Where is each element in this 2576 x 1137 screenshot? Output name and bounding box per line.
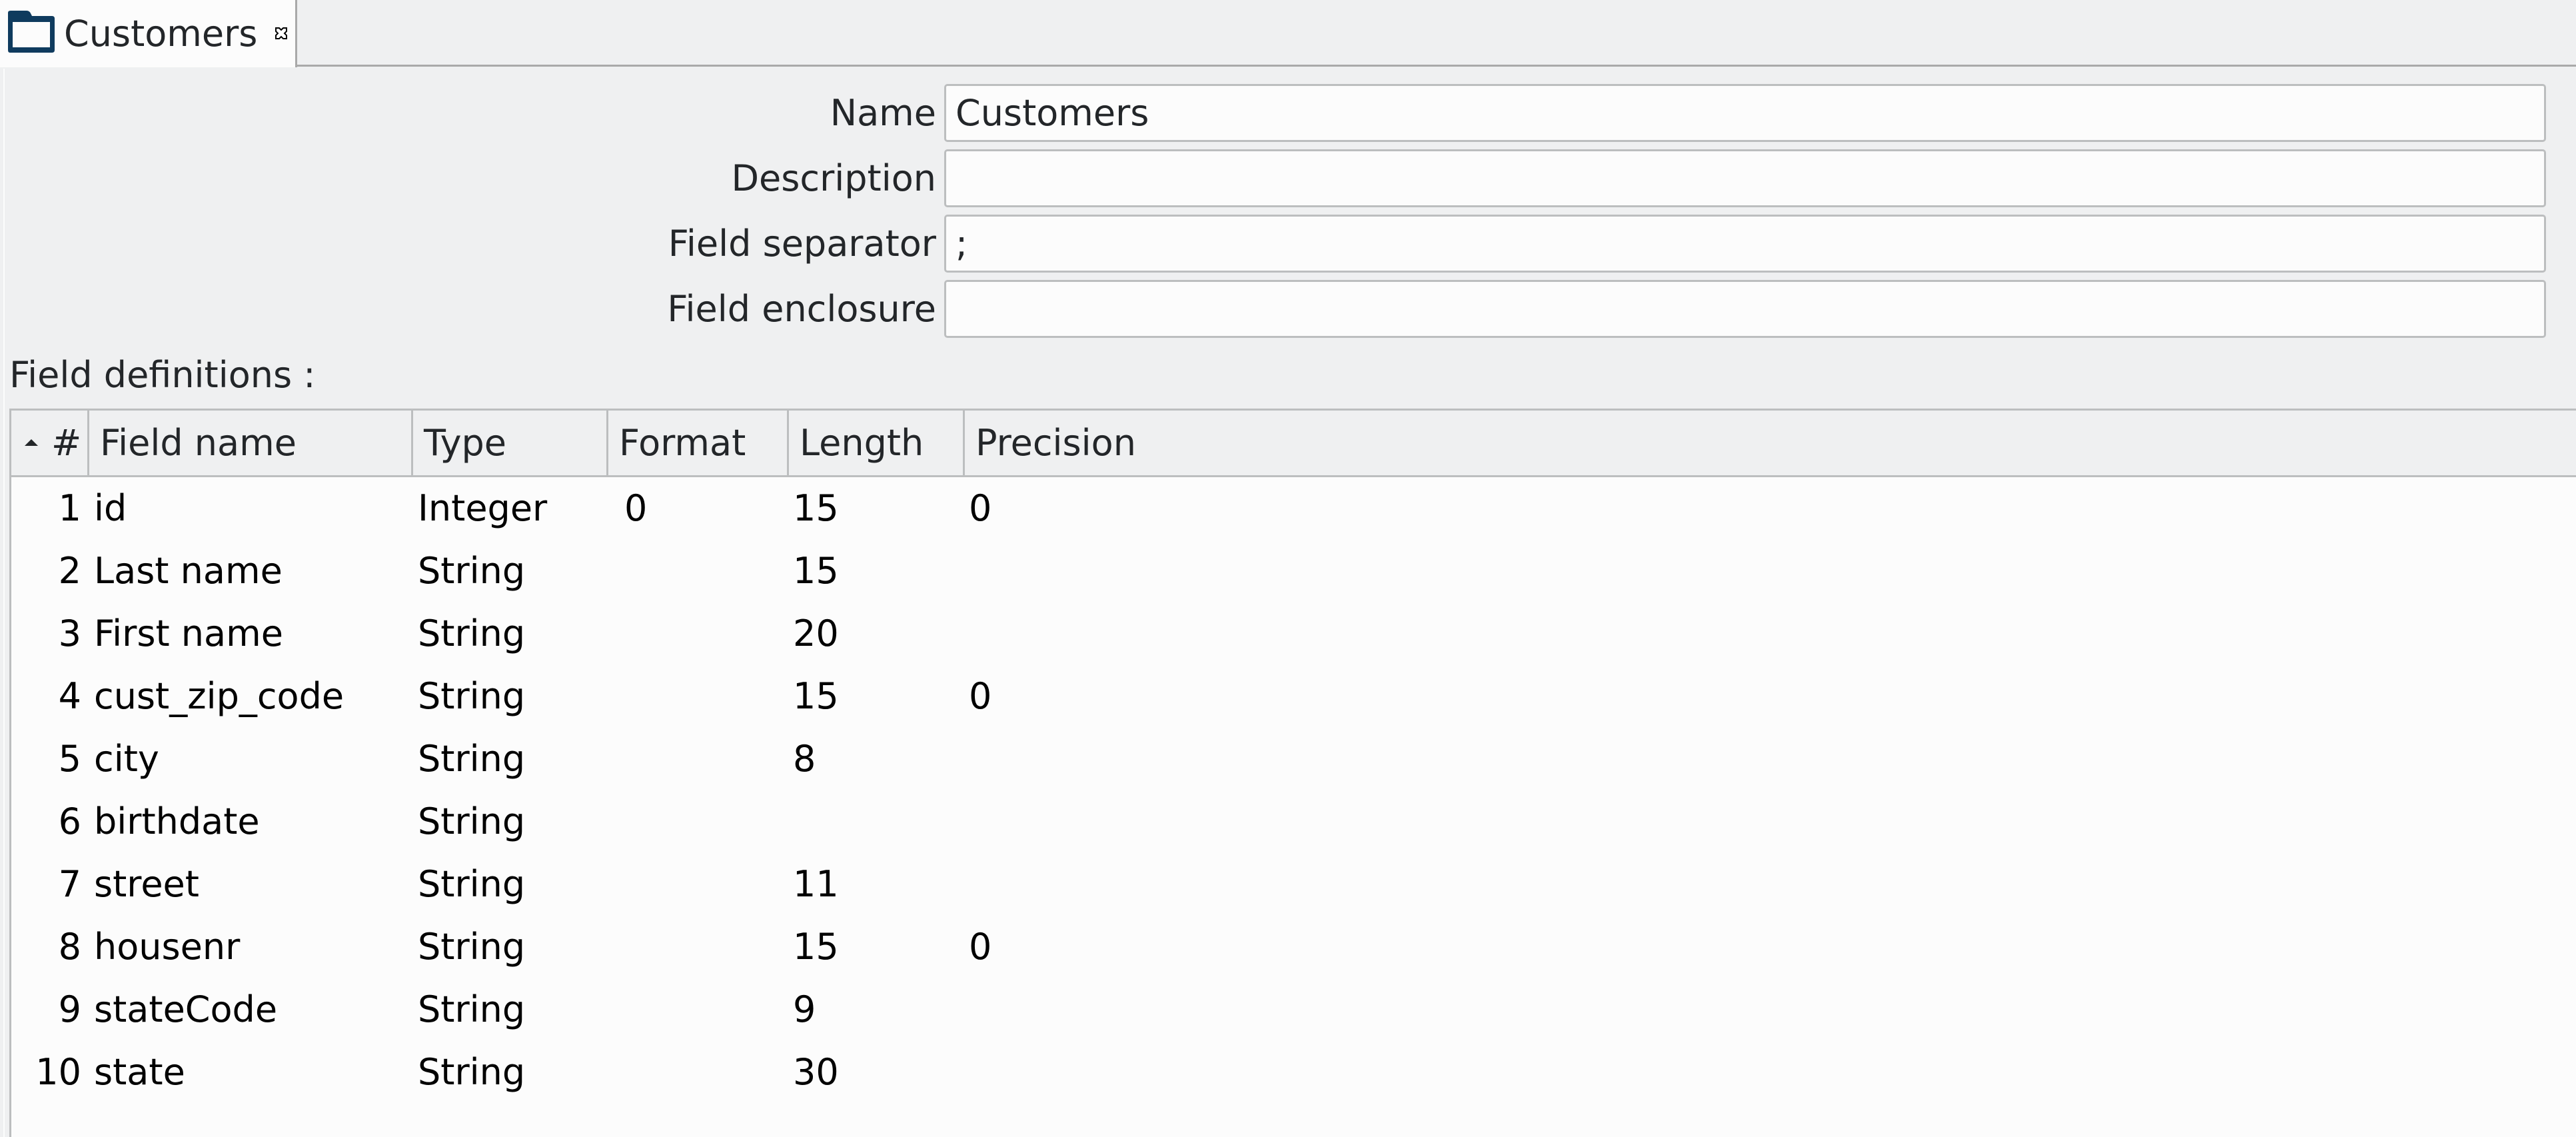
table-row[interactable]: 7 street String 11 <box>11 853 2576 916</box>
cell-field-name[interactable]: city <box>94 728 414 790</box>
cell-format[interactable] <box>624 602 798 665</box>
cell-type[interactable]: String <box>418 853 611 916</box>
cell-format[interactable] <box>624 978 798 1041</box>
close-icon[interactable] <box>275 27 288 40</box>
cell-number[interactable]: 4 <box>11 665 81 728</box>
column-header-type[interactable]: Type <box>413 411 608 475</box>
table-header: # Field name Type Format Length Precisio… <box>11 411 2576 477</box>
cell-precision[interactable]: 0 <box>969 916 1235 978</box>
field-definitions-label: Field definitions : <box>9 354 316 396</box>
cell-type[interactable]: Integer <box>418 477 611 540</box>
cell-field-name[interactable]: housenr <box>94 916 414 978</box>
cell-length[interactable]: 8 <box>793 728 966 790</box>
tab-label: Customers <box>64 13 258 55</box>
separator-input[interactable] <box>944 215 2546 273</box>
cell-number[interactable]: 6 <box>11 790 81 853</box>
cell-type[interactable]: String <box>418 540 611 602</box>
description-label: Description <box>731 157 936 199</box>
separator-row: Field separator <box>0 215 2576 273</box>
cell-number[interactable]: 3 <box>11 602 81 665</box>
cell-type[interactable]: String <box>418 916 611 978</box>
cell-number[interactable]: 9 <box>11 978 81 1041</box>
cell-number[interactable]: 8 <box>11 916 81 978</box>
cell-length[interactable]: 15 <box>793 540 966 602</box>
cell-length[interactable]: 30 <box>793 1041 966 1104</box>
column-header-length[interactable]: Length <box>789 411 965 475</box>
cell-length[interactable] <box>793 790 966 853</box>
cell-field-name[interactable]: cust_zip_code <box>94 665 414 728</box>
description-row: Description <box>0 149 2576 207</box>
cell-type[interactable]: String <box>418 665 611 728</box>
table-row[interactable]: 10 state String 30 <box>11 1041 2576 1104</box>
cell-type[interactable]: String <box>418 602 611 665</box>
cell-type[interactable]: String <box>418 728 611 790</box>
table-row[interactable]: 5 city String 8 <box>11 728 2576 790</box>
table-row[interactable]: 2 Last name String 15 <box>11 540 2576 602</box>
cell-type[interactable]: String <box>418 790 611 853</box>
cell-number[interactable]: 10 <box>11 1041 81 1104</box>
cell-length[interactable]: 15 <box>793 477 966 540</box>
description-input[interactable] <box>944 149 2546 207</box>
cell-field-name[interactable]: id <box>94 477 414 540</box>
table-row[interactable]: 3 First name String 20 <box>11 602 2576 665</box>
table-row[interactable]: 4 cust_zip_code String 15 0 <box>11 665 2576 728</box>
table-row[interactable]: 9 stateCode String 9 <box>11 978 2576 1041</box>
field-definitions-table: # Field name Type Format Length Precisio… <box>9 409 2576 1137</box>
enclosure-input[interactable] <box>944 280 2546 338</box>
table-row[interactable]: 8 housenr String 15 0 <box>11 916 2576 978</box>
tab-bar: Customers <box>0 0 2576 67</box>
cell-field-name[interactable]: Last name <box>94 540 414 602</box>
cell-precision[interactable]: 0 <box>969 665 1235 728</box>
cell-type[interactable]: String <box>418 1041 611 1104</box>
cell-format[interactable]: 0 <box>624 477 798 540</box>
name-row: Name <box>0 84 2576 142</box>
cell-format[interactable] <box>624 540 798 602</box>
cell-precision[interactable] <box>969 1041 1235 1104</box>
cell-format[interactable] <box>624 853 798 916</box>
cell-format[interactable] <box>624 1041 798 1104</box>
enclosure-label: Field enclosure <box>667 288 936 330</box>
cell-length[interactable]: 20 <box>793 602 966 665</box>
column-header-precision[interactable]: Precision <box>965 411 1365 475</box>
table-row[interactable]: 6 birthdate String <box>11 790 2576 853</box>
column-header-number[interactable]: # <box>11 411 89 475</box>
cell-precision[interactable] <box>969 853 1235 916</box>
cell-format[interactable] <box>624 728 798 790</box>
cell-number[interactable]: 7 <box>11 853 81 916</box>
cell-field-name[interactable]: state <box>94 1041 414 1104</box>
cell-field-name[interactable]: birthdate <box>94 790 414 853</box>
name-label: Name <box>830 92 936 134</box>
cell-precision[interactable] <box>969 540 1235 602</box>
cell-number[interactable]: 1 <box>11 477 81 540</box>
column-header-field-name[interactable]: Field name <box>89 411 413 475</box>
cell-length[interactable]: 11 <box>793 853 966 916</box>
cell-length[interactable]: 9 <box>793 978 966 1041</box>
sort-ascending-icon <box>25 439 38 446</box>
column-header-format[interactable]: Format <box>608 411 789 475</box>
cell-precision[interactable]: 0 <box>969 477 1235 540</box>
cell-precision[interactable] <box>969 728 1235 790</box>
name-input[interactable] <box>944 84 2546 142</box>
cell-field-name[interactable]: First name <box>94 602 414 665</box>
folder-icon <box>8 11 55 53</box>
cell-precision[interactable] <box>969 602 1235 665</box>
cell-number[interactable]: 2 <box>11 540 81 602</box>
cell-field-name[interactable]: street <box>94 853 414 916</box>
cell-format[interactable] <box>624 916 798 978</box>
cell-length[interactable]: 15 <box>793 916 966 978</box>
cell-precision[interactable] <box>969 978 1235 1041</box>
table-row[interactable]: 1 id Integer 0 15 0 <box>11 477 2576 540</box>
tab-customers[interactable]: Customers <box>0 0 297 67</box>
cell-length[interactable]: 15 <box>793 665 966 728</box>
cell-format[interactable] <box>624 665 798 728</box>
cell-number[interactable]: 5 <box>11 728 81 790</box>
cell-field-name[interactable]: stateCode <box>94 978 414 1041</box>
cell-precision[interactable] <box>969 790 1235 853</box>
enclosure-row: Field enclosure <box>0 280 2576 338</box>
separator-label: Field separator <box>668 223 936 265</box>
cell-format[interactable] <box>624 790 798 853</box>
cell-type[interactable]: String <box>418 978 611 1041</box>
